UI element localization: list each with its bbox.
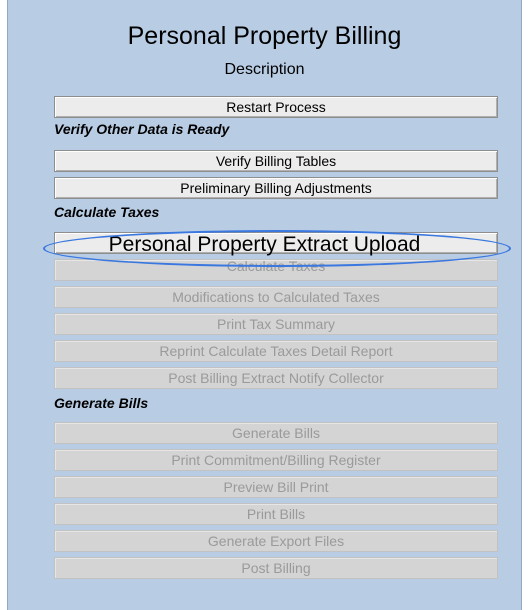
section-generate-heading: Generate Bills [54,395,149,411]
post-billing-extract-button[interactable]: Post Billing Extract Notify Collector [54,367,498,389]
reprint-detail-report-button[interactable]: Reprint Calculate Taxes Detail Report [54,340,498,362]
page-subtitle: Description [224,61,305,78]
modifications-to-calculated-taxes-button[interactable]: Modifications to Calculated Taxes [54,286,498,308]
generate-bills-button[interactable]: Generate Bills [54,422,498,444]
print-bills-button[interactable]: Print Bills [54,503,498,525]
section-verify-heading: Verify Other Data is Ready [54,121,230,137]
print-commitment-register-button[interactable]: Print Commitment/Billing Register [54,449,498,471]
restart-process-button[interactable]: Restart Process [54,96,498,118]
page-title: Personal Property Billing [127,22,402,50]
extract-upload-label: Personal Property Extract Upload [108,233,421,256]
billing-panel: Personal Property Billing Description Re… [7,0,522,610]
post-billing-button[interactable]: Post Billing [54,557,498,579]
section-calculate-heading: Calculate Taxes [54,204,160,220]
preview-bill-print-button[interactable]: Preview Bill Print [54,476,498,498]
generate-export-files-button[interactable]: Generate Export Files [54,530,498,552]
calculate-taxes-button[interactable]: Calculate Taxes [54,259,498,281]
preliminary-billing-adjustments-button[interactable]: Preliminary Billing Adjustments [54,177,498,199]
verify-billing-tables-button[interactable]: Verify Billing Tables [54,150,498,172]
print-tax-summary-button[interactable]: Print Tax Summary [54,313,498,335]
